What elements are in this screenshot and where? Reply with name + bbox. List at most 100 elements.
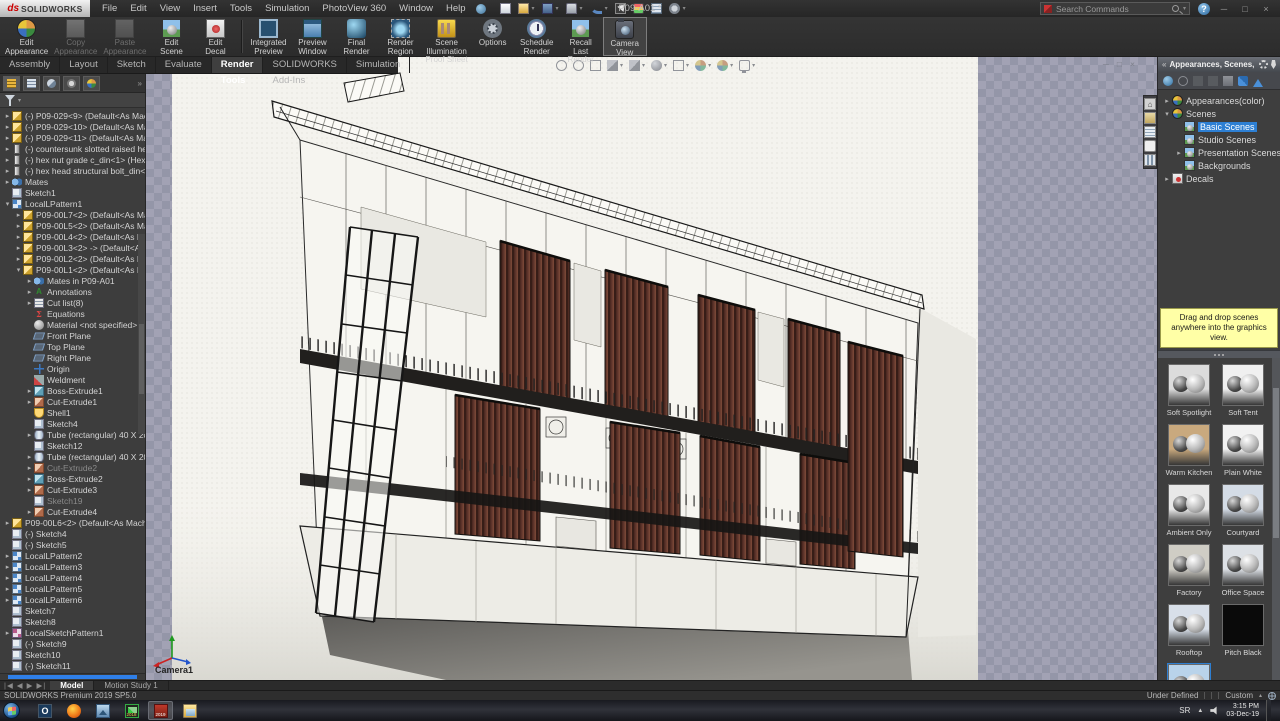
pin-pane-icon[interactable] (1271, 60, 1276, 69)
pane-splitter[interactable] (1158, 350, 1280, 358)
tree-item-cut-extrude3[interactable]: ▸Cut-Extrude3 (0, 484, 145, 495)
scene-thumb-courtyard[interactable]: Courtyard (1216, 484, 1270, 537)
scene-thumb-ambient-only[interactable]: Ambient Only (1162, 484, 1216, 537)
tree-item-sketch4[interactable]: (-) Sketch4 (0, 528, 145, 539)
tree-vertical-scrollbar[interactable] (138, 234, 145, 434)
view-orientation-icon[interactable] (629, 60, 640, 71)
tray-expand-icon[interactable]: ▲ (1197, 708, 1203, 714)
rebuild-icon[interactable] (633, 3, 644, 14)
tree-item-tube-rectangular-40-x[interactable]: ▸Tube (rectangular) 40 X 20 X 2(1) (0, 429, 145, 440)
scene-thumb-soft-tent[interactable]: Soft Tent (1216, 364, 1270, 417)
search-icon[interactable] (1172, 5, 1179, 12)
taskbar-app-outlook[interactable] (32, 701, 57, 720)
menu-simulation[interactable]: Simulation (265, 3, 309, 14)
tree-item-p09-00l2-2-default-as[interactable]: ▸P09-00L2<2> (Default<As Machined> (0, 253, 145, 264)
tree-expand-icon[interactable]: ▸ (14, 233, 23, 241)
thumbnails-scrollbar[interactable] (1272, 358, 1280, 680)
open-icon[interactable] (518, 3, 529, 14)
undo-caret-icon[interactable]: ▾ (605, 5, 608, 12)
tree-expand-icon[interactable]: ▸ (3, 574, 12, 582)
taskbar-clock[interactable]: 3:15 PM 03-Dec-19 (1226, 703, 1259, 719)
tree-expand-icon[interactable]: ▸ (1162, 175, 1172, 183)
tree-item-sketch10[interactable]: Sketch10 (0, 649, 145, 660)
zoom-fit-icon[interactable] (556, 60, 567, 71)
tab-solidworks-add-ins[interactable]: SOLIDWORKS Add-Ins (263, 57, 346, 73)
tree-expand-icon[interactable]: ▸ (3, 156, 12, 164)
tree-item-p09-029-11-default[interactable]: ▸(-) P09-029<11> (Default<As Machined>< (0, 132, 145, 143)
save-icon[interactable] (542, 3, 553, 14)
menu-file[interactable]: File (102, 3, 117, 14)
print-icon[interactable] (566, 3, 577, 14)
dimxpert-manager-tab[interactable] (63, 76, 80, 91)
tree-item-annotations[interactable]: ▸Annotations (0, 286, 145, 297)
camera-view-button[interactable]: Camera View (603, 17, 647, 56)
featuremanager-tree-tab[interactable] (3, 76, 20, 91)
tree-expand-icon[interactable]: ▸ (25, 387, 34, 395)
scene-thumb-soft-spotlight[interactable]: Soft Spotlight (1162, 364, 1216, 417)
tree-item-boss-extrude1[interactable]: ▸Boss-Extrude1 (0, 385, 145, 396)
property-manager-tab[interactable] (23, 76, 40, 91)
tab-evaluate[interactable]: Evaluate (156, 57, 212, 73)
tree-item-locallpattern1[interactable]: ▾LocalLPattern1 (0, 198, 145, 209)
tree-expand-icon[interactable]: ▾ (1162, 110, 1172, 118)
view-settings-icon[interactable] (739, 60, 750, 71)
tree-horizontal-scrollbar[interactable] (0, 673, 145, 680)
section-view-icon[interactable] (607, 60, 618, 71)
gear-icon[interactable] (1259, 60, 1268, 69)
undo-icon[interactable] (590, 3, 602, 14)
restore-button[interactable]: □ (1239, 4, 1251, 14)
gear-icon[interactable] (669, 3, 680, 14)
tree-item-p09-00l4-2-default-as[interactable]: ▸P09-00L4<2> (Default<As Machined> (0, 231, 145, 242)
tree-item-origin[interactable]: Origin (0, 363, 145, 374)
language-indicator[interactable]: SR (1179, 706, 1190, 715)
tree-expand-icon[interactable]: ▸ (14, 211, 23, 219)
tree-expand-icon[interactable]: ▸ (1174, 149, 1184, 157)
tree-item-sketch19[interactable]: Sketch19 (0, 495, 145, 506)
menu-view[interactable]: View (160, 3, 180, 14)
doc-restore-button[interactable]: □ (1117, 59, 1122, 69)
filter-caret-icon[interactable]: ▾ (18, 97, 21, 104)
folder-icon[interactable] (1223, 76, 1233, 86)
apply-scene-caret-icon[interactable]: ▾ (730, 62, 733, 69)
taskbar-app-photos[interactable] (90, 701, 115, 720)
tab-strip-expand-icon[interactable]: » (138, 79, 142, 88)
menu-insert[interactable]: Insert (193, 3, 217, 14)
tree-item-cut-extrude4[interactable]: ▸Cut-Extrude4 (0, 506, 145, 517)
edit-decal-button[interactable]: Edit Decal (193, 17, 237, 56)
menu-window[interactable]: Window (399, 3, 433, 14)
pin-menu-icon[interactable] (476, 4, 486, 14)
tree-item-p09-00l1-2-default-as[interactable]: ▾P09-00L1<2> (Default<As Machined> (0, 264, 145, 275)
scene-thumb-warm-kitchen[interactable]: Warm Kitchen (1162, 424, 1216, 477)
tree-expand-icon[interactable]: ▾ (14, 266, 23, 274)
tree-expand-icon[interactable]: ▸ (1162, 97, 1172, 105)
tab-navigation-buttons[interactable]: |◀ ◀ ▶ ▶| (0, 681, 50, 690)
tree-item-countersunk-slotted[interactable]: ▸(-) countersunk slotted raised head scr… (0, 143, 145, 154)
tree-expand-icon[interactable]: ▸ (3, 552, 12, 560)
units-caret-icon[interactable]: ▴ (1259, 692, 1262, 699)
tree-item-sketch11[interactable]: (-) Sketch11 (0, 660, 145, 671)
tree-item-p09-00l7-2-default-as[interactable]: ▸P09-00L7<2> (Default<As Machined> (0, 209, 145, 220)
tree-item-sketch5[interactable]: (-) Sketch5 (0, 539, 145, 550)
configuration-manager-tab[interactable] (43, 76, 60, 91)
section-view-caret-icon[interactable]: ▾ (620, 62, 623, 69)
back-icon[interactable] (1163, 76, 1173, 86)
tree-item-sketch8[interactable]: Sketch8 (0, 616, 145, 627)
volume-icon[interactable] (1210, 706, 1219, 715)
show-desktop-button[interactable] (1266, 700, 1271, 721)
hide-show-items-icon[interactable] (673, 60, 684, 71)
tab-render-tools[interactable]: Render Tools (212, 57, 264, 73)
menu-edit[interactable]: Edit (130, 3, 146, 14)
tree-item-sketch7[interactable]: Sketch7 (0, 605, 145, 616)
scene-illumination-proof-sheet-button[interactable]: Scene Illumination Proof Sheet (422, 17, 470, 56)
tree-item-localsketchpattern1[interactable]: ▸LocalSketchPattern1 (0, 627, 145, 638)
taskbar-app-explorer[interactable] (177, 701, 202, 720)
tree-item-locallpattern6[interactable]: ▸LocalLPattern6 (0, 594, 145, 605)
tab-layout[interactable]: Layout (60, 57, 108, 73)
taskbar-app-solidworks[interactable] (148, 701, 173, 720)
view-settings-caret-icon[interactable]: ▾ (752, 62, 755, 69)
tab-assembly[interactable]: Assembly (0, 57, 60, 73)
tree-expand-icon[interactable]: ▸ (3, 596, 12, 604)
start-button[interactable] (3, 702, 20, 719)
schedule-render-button[interactable]: Schedule Render (515, 17, 559, 56)
hide-show-items-caret-icon[interactable]: ▾ (686, 62, 689, 69)
